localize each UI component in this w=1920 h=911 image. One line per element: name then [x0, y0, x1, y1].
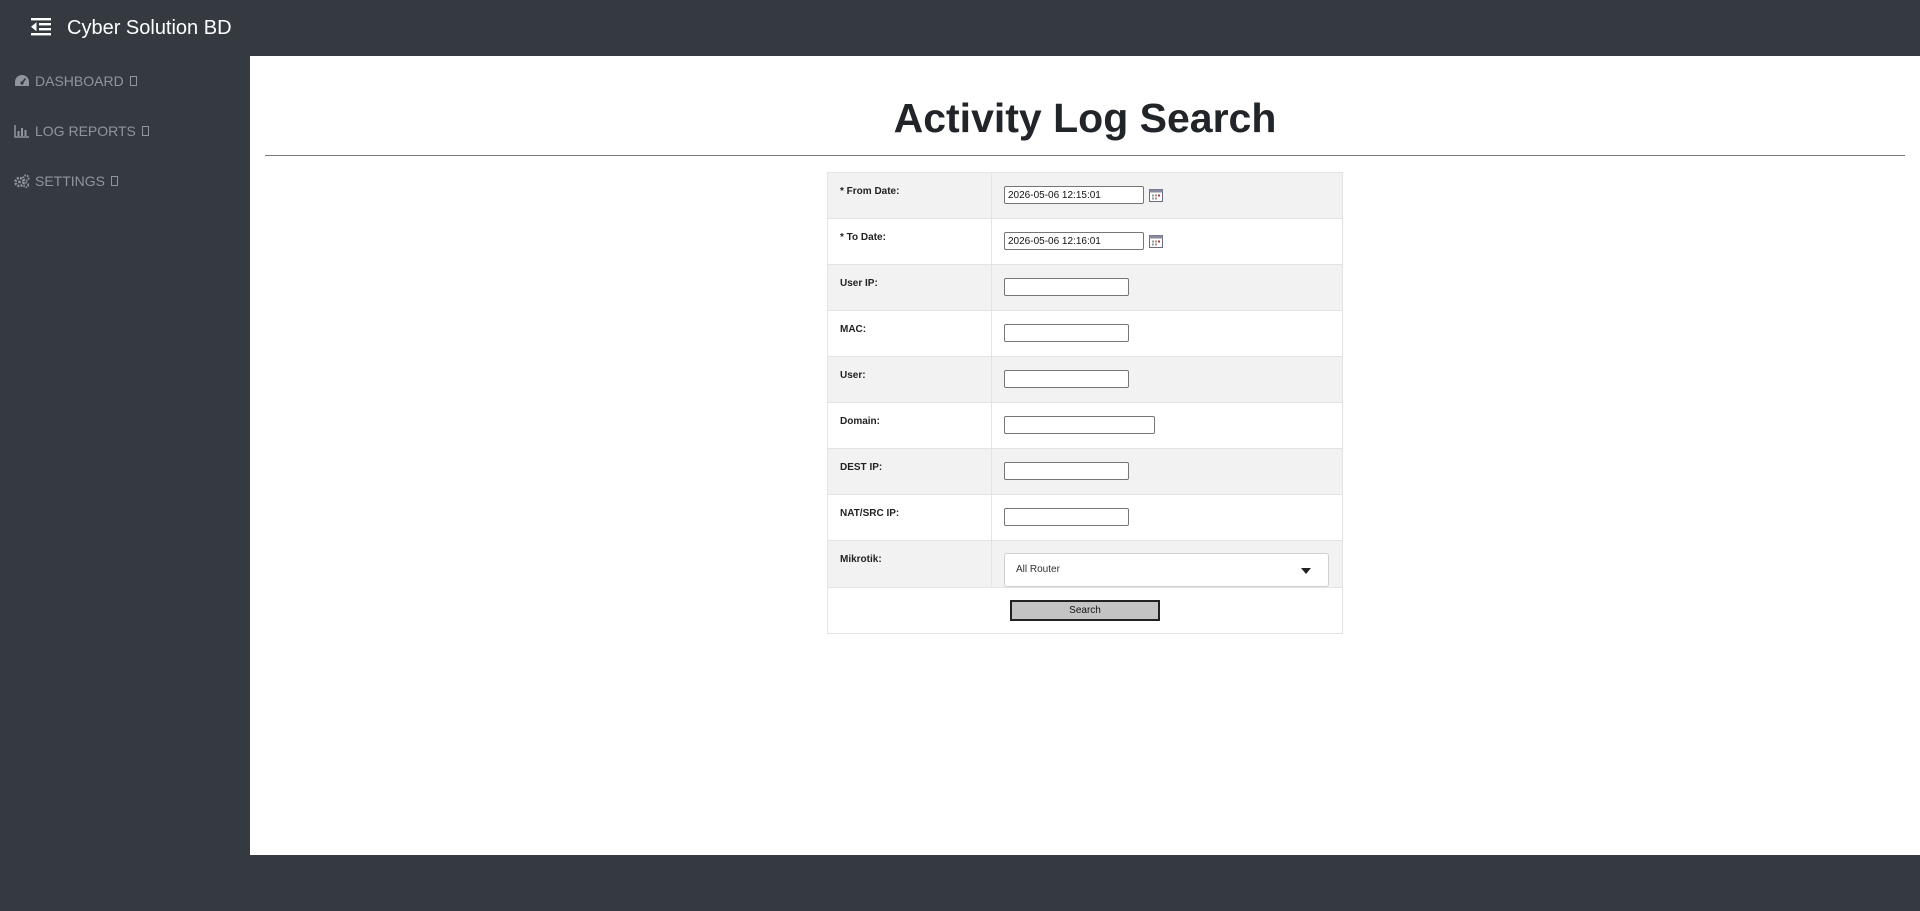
dest-ip-cell — [991, 448, 1343, 495]
dest-ip-input[interactable] — [1004, 462, 1129, 480]
sidebar-item-settings[interactable]: SETTINGS — [14, 170, 119, 192]
gauge-icon — [14, 74, 30, 88]
form-row-from-date: * From Date: — [827, 172, 1343, 219]
form-row-mac: MAC: — [827, 310, 1343, 357]
form-row-user: User: — [827, 356, 1343, 403]
title-divider — [265, 155, 1905, 156]
search-form: * From Date: * To Date: — [827, 172, 1343, 634]
user-ip-label: User IP: — [827, 264, 992, 311]
form-row-actions: Search — [827, 587, 1343, 634]
form-row-user-ip: User IP: — [827, 264, 1343, 311]
form-row-to-date: * To Date: — [827, 218, 1343, 265]
mac-cell — [991, 310, 1343, 357]
brand-title[interactable]: Cyber Solution BD — [67, 14, 232, 42]
mac-label: MAC: — [827, 310, 992, 357]
mikrotik-label: Mikrotik: — [827, 540, 992, 588]
search-button[interactable]: Search — [1010, 600, 1160, 621]
user-cell — [991, 356, 1343, 403]
chevron-icon — [111, 176, 119, 186]
top-navbar: Cyber Solution BD — [0, 0, 1920, 56]
user-label: User: — [827, 356, 992, 403]
chevron-icon — [129, 76, 137, 86]
to-date-label: * To Date: — [827, 218, 992, 265]
domain-input[interactable] — [1004, 416, 1155, 434]
mikrotik-selected-value: All Router — [1016, 564, 1060, 575]
user-ip-cell — [991, 264, 1343, 311]
sidebar-item-dashboard[interactable]: DASHBOARD — [14, 70, 137, 92]
user-input[interactable] — [1004, 370, 1129, 388]
mikrotik-cell: All Router — [991, 540, 1343, 588]
from-date-cell — [991, 172, 1343, 219]
nat-src-ip-cell — [991, 494, 1343, 541]
page-title: Activity Log Search — [893, 95, 1277, 141]
calendar-icon[interactable] — [1148, 188, 1163, 202]
sidebar-item-label: LOG REPORTS — [35, 123, 136, 139]
caret-down-icon — [1301, 568, 1311, 574]
form-row-mikrotik: Mikrotik: All Router — [827, 540, 1343, 588]
from-date-label: * From Date: — [827, 172, 992, 219]
form-row-domain: Domain: — [827, 402, 1343, 449]
menu-fold-icon[interactable] — [30, 16, 52, 38]
to-date-cell — [991, 218, 1343, 265]
sidebar-item-label: DASHBOARD — [35, 73, 124, 89]
user-ip-input[interactable] — [1004, 278, 1129, 296]
to-date-input[interactable] — [1004, 232, 1144, 250]
nat-src-ip-input[interactable] — [1004, 508, 1129, 526]
from-date-input[interactable] — [1004, 186, 1144, 204]
mikrotik-select[interactable]: All Router — [1004, 553, 1329, 587]
gears-icon — [14, 174, 30, 189]
mac-input[interactable] — [1004, 324, 1129, 342]
actions-cell: Search — [827, 587, 1343, 634]
sidebar-item-label: SETTINGS — [35, 173, 106, 189]
sidebar-item-log-reports[interactable]: LOG REPORTS — [14, 120, 149, 142]
sidebar: DASHBOARD LOG REPORTS SETTINGS — [0, 56, 250, 856]
dest-ip-label: DEST IP: — [827, 448, 992, 495]
nat-src-ip-label: NAT/SRC IP: — [827, 494, 992, 541]
calendar-icon[interactable] — [1148, 234, 1163, 248]
form-row-nat-src-ip: NAT/SRC IP: — [827, 494, 1343, 541]
domain-label: Domain: — [827, 402, 992, 449]
main-content: Activity Log Search * From Date: 2026-05… — [250, 56, 1920, 855]
bar-chart-icon — [14, 124, 30, 138]
chevron-icon — [141, 126, 149, 136]
form-row-dest-ip: DEST IP: — [827, 448, 1343, 495]
domain-cell — [991, 402, 1343, 449]
